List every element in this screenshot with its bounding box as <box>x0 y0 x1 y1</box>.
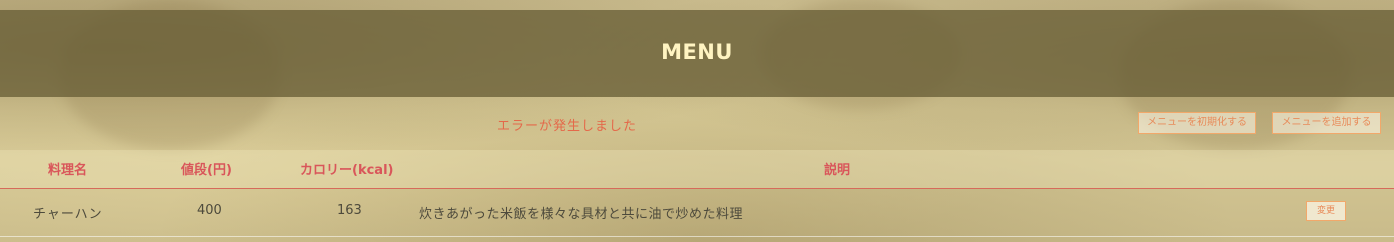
add-menu-button[interactable]: メニューを追加する <box>1272 112 1381 134</box>
column-header-name: 料理名 <box>48 163 88 178</box>
page-header: MENU <box>0 10 1394 97</box>
edit-button[interactable]: 変更 <box>1306 201 1346 221</box>
cell-calories: 163 <box>337 203 362 218</box>
cell-description: 炊きあがった米飯を様々な具材と共に油で炒めた料理 <box>419 207 744 222</box>
cell-name: チャーハン <box>33 207 103 222</box>
cell-price: 400 <box>197 203 222 218</box>
page-title: MENU <box>661 40 733 64</box>
reset-menu-button[interactable]: メニューを初期化する <box>1138 112 1256 134</box>
column-header-calories: カロリー(kcal) <box>300 163 394 178</box>
column-header-price: 値段(円) <box>181 163 232 178</box>
error-message: エラーが発生しました <box>497 119 638 134</box>
column-header-description: 説明 <box>824 163 851 178</box>
